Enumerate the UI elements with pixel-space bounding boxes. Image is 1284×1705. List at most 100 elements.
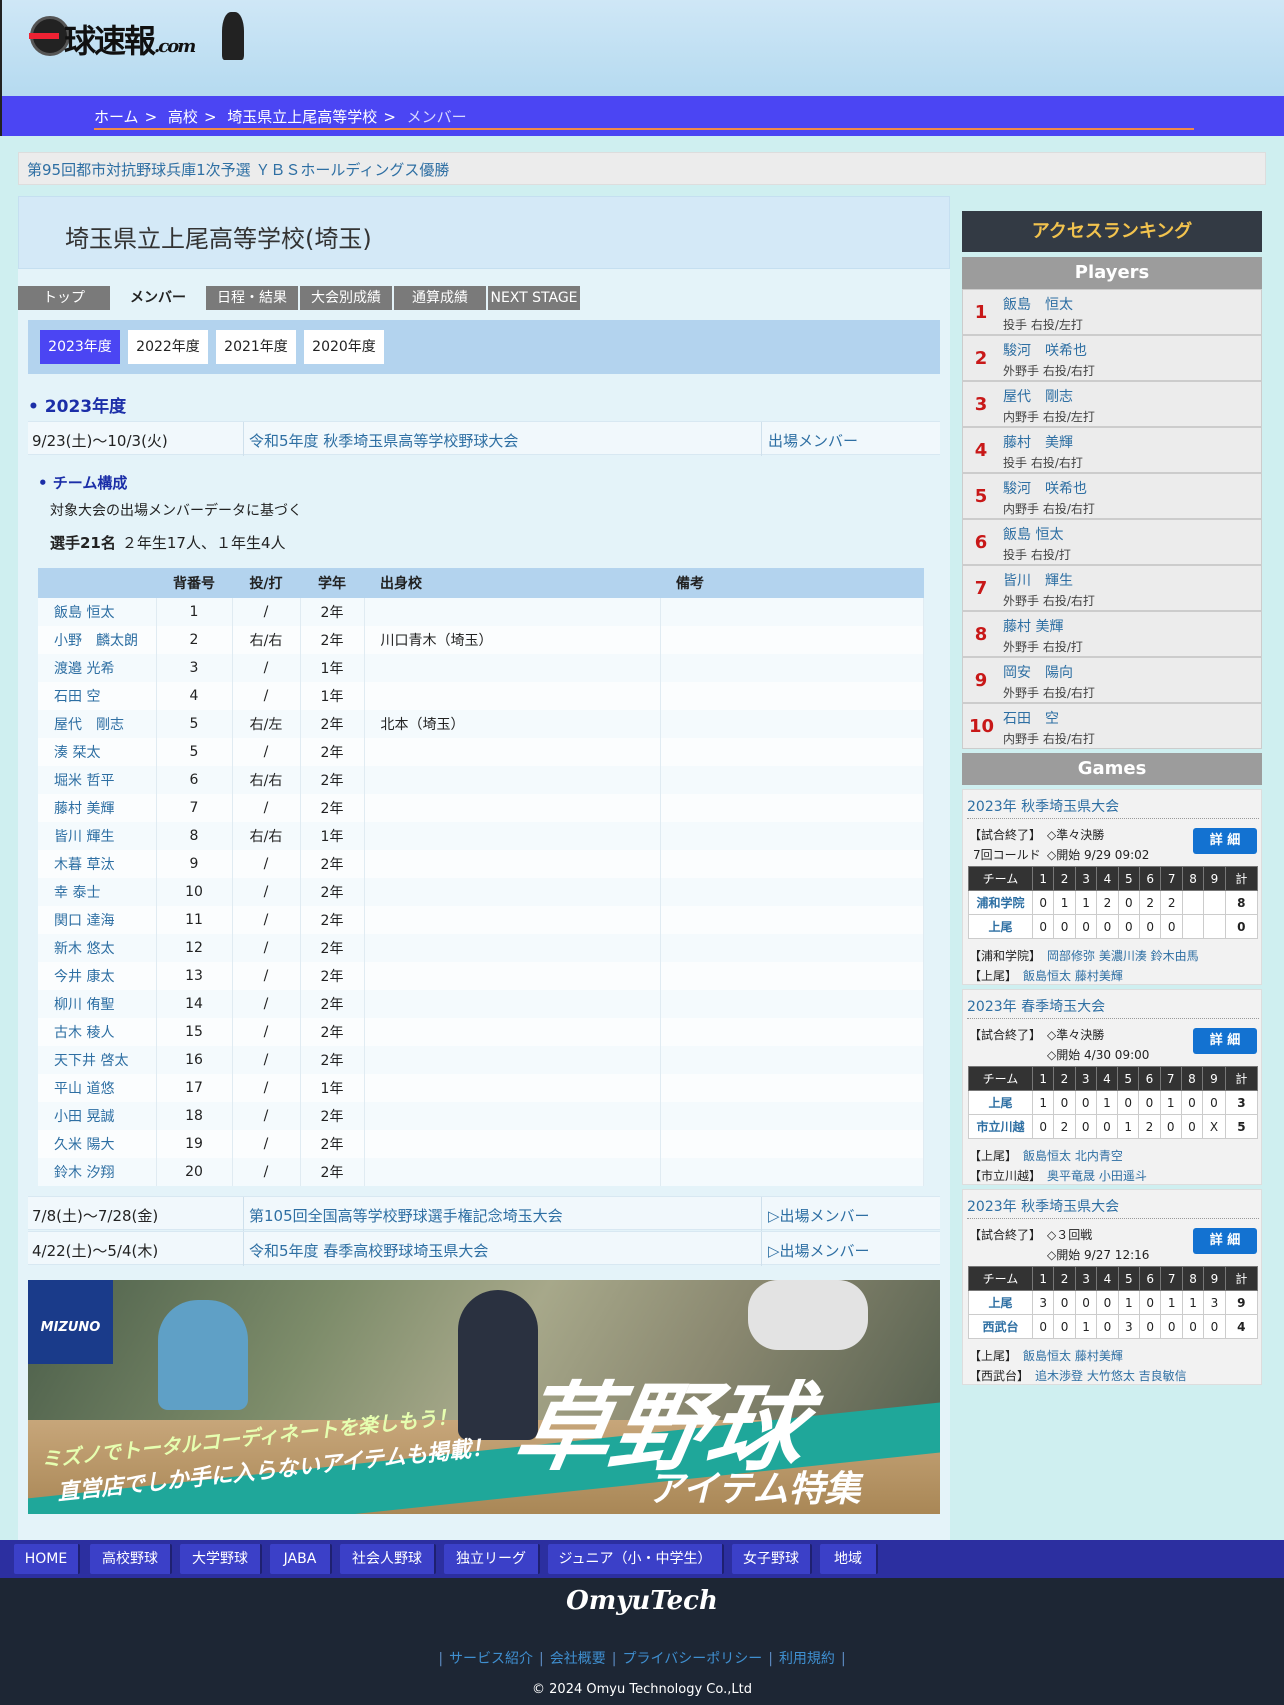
nav-industrial[interactable]: 社会人野球 xyxy=(340,1544,436,1574)
player-name-link[interactable]: 古木 稜人 xyxy=(38,1018,157,1046)
inning-score: 0 xyxy=(1031,1114,1055,1139)
event-name-link[interactable]: 令和5年度 秋季埼玉県高等学校野球大会 xyxy=(249,430,518,451)
player-name-link[interactable]: 飯島 恒太 xyxy=(38,598,157,626)
game-title-link[interactable]: 2023年 秋季埼玉県大会 xyxy=(967,1196,1119,1216)
player-name-link[interactable]: 柳川 侑聖 xyxy=(38,990,157,1018)
scoreboard-team-link[interactable]: 上尾 xyxy=(968,1090,1033,1115)
ranking-item[interactable]: 9 岡安 陽向 外野手 右投/右打 xyxy=(962,657,1262,703)
player-name-link[interactable]: 藤村 美輝 xyxy=(38,794,157,822)
footer-link-company[interactable]: 会社概要 xyxy=(550,1651,606,1667)
pitcher-names-link[interactable]: 岡部修弥 美濃川湊 鈴木由馬 xyxy=(1047,949,1199,963)
tab-members[interactable]: メンバー xyxy=(112,286,206,310)
nav-junior[interactable]: ジュニア（小・中学生） xyxy=(548,1544,724,1574)
scoreboard-header: 計 xyxy=(1224,866,1259,891)
announcement-link[interactable]: 第95回都市対抗野球兵庫1次予選 ＹＢＳホールディングス優勝 xyxy=(18,152,1266,185)
scoreboard-team-link[interactable]: 上尾 xyxy=(968,914,1033,939)
site-logo[interactable]: 球速報.com xyxy=(28,10,244,62)
player-name-link[interactable]: 天下井 啓太 xyxy=(38,1046,157,1074)
ranking-item[interactable]: 2 駿河 咲希也 外野手 右投/右打 xyxy=(962,335,1262,381)
inning-score: 0 xyxy=(1180,1114,1204,1139)
player-name-link[interactable]: 新木 悠太 xyxy=(38,934,157,962)
pitcher-names-link[interactable]: 飯島恒太 藤村美輝 xyxy=(1023,969,1123,983)
player-name-link[interactable]: 関口 達海 xyxy=(38,906,157,934)
player-name-link[interactable]: 今井 康太 xyxy=(38,962,157,990)
ad-banner[interactable]: MIZUNO 草野球 アイテム特集 ミズノでトータルコーディネートを楽しもう！ … xyxy=(28,1280,940,1514)
scoreboard-team-link[interactable]: 西武台 xyxy=(968,1314,1033,1339)
game-detail-button[interactable]: 詳 細 xyxy=(1193,1228,1257,1254)
ranking-item[interactable]: 3 屋代 剛志 内野手 右投/左打 xyxy=(962,381,1262,427)
year-button-2023[interactable]: 2023年度 xyxy=(40,330,120,364)
breadcrumb-highschool[interactable]: 高校 xyxy=(168,108,198,126)
ranking-item[interactable]: 4 藤村 美輝 投手 右投/右打 xyxy=(962,427,1262,473)
event-members-link[interactable]: ▷出場メンバー xyxy=(768,1240,870,1261)
nav-independent[interactable]: 独立リーグ xyxy=(444,1544,540,1574)
player-name-link[interactable]: 幸 泰士 xyxy=(38,878,157,906)
game-title-link[interactable]: 2023年 秋季埼玉県大会 xyxy=(967,796,1119,816)
nav-high-school[interactable]: 高校野球 xyxy=(90,1544,172,1574)
ranking-item[interactable]: 8 藤村 美輝 外野手 右投/打 xyxy=(962,611,1262,657)
tab-tournament-stats[interactable]: 大会別成績 xyxy=(300,286,394,310)
ranking-item[interactable]: 1 飯島 恒太 投手 右投/左打 xyxy=(962,289,1262,335)
event-name-link[interactable]: 令和5年度 春季高校野球埼玉県大会 xyxy=(249,1240,488,1261)
scoreboard-team-link[interactable]: 市立川越 xyxy=(968,1114,1033,1139)
rank-player-name-link[interactable]: 藤村 美輝 xyxy=(1003,616,1063,636)
footer-link-terms[interactable]: 利用規約 xyxy=(779,1651,835,1667)
player-name-link[interactable]: 平山 道悠 xyxy=(38,1074,157,1102)
pitcher-names-link[interactable]: 飯島恒太 藤村美輝 xyxy=(1023,1349,1123,1363)
player-name-link[interactable]: 石田 空 xyxy=(38,682,157,710)
player-name-link[interactable]: 湊 栞太 xyxy=(38,738,157,766)
rank-player-name-link[interactable]: 飯島 恒太 xyxy=(1003,294,1073,314)
footer-link-privacy[interactable]: プライバシーポリシー xyxy=(622,1651,762,1667)
rank-player-name-link[interactable]: 屋代 剛志 xyxy=(1003,386,1073,406)
pitcher-names-link[interactable]: 飯島恒太 北内青空 xyxy=(1023,1149,1123,1163)
game-title-link[interactable]: 2023年 春季埼玉大会 xyxy=(967,996,1105,1016)
nav-home[interactable]: HOME xyxy=(14,1544,80,1574)
rank-player-name-link[interactable]: 飯島 恒太 xyxy=(1003,524,1063,544)
inning-score: 0 xyxy=(1180,1090,1204,1115)
game-detail-button[interactable]: 詳 細 xyxy=(1193,828,1257,854)
game-detail-button[interactable]: 詳 細 xyxy=(1193,1028,1257,1054)
player-name-link[interactable]: 久米 陽大 xyxy=(38,1130,157,1158)
player-name-link[interactable]: 小田 晃誠 xyxy=(38,1102,157,1130)
pitcher-names-link[interactable]: 追木渉登 大竹悠太 吉良敏信 xyxy=(1035,1369,1187,1383)
player-pitch-bat: / xyxy=(232,598,301,626)
rank-player-name-link[interactable]: 駿河 咲希也 xyxy=(1003,340,1087,360)
player-name-link[interactable]: 渡邉 光希 xyxy=(38,654,157,682)
nav-region[interactable]: 地域 xyxy=(820,1544,878,1574)
scoreboard-team-link[interactable]: 上尾 xyxy=(968,1290,1033,1315)
nav-college[interactable]: 大学野球 xyxy=(180,1544,262,1574)
player-name-link[interactable]: 木暮 草汰 xyxy=(38,850,157,878)
year-button-2022[interactable]: 2022年度 xyxy=(128,330,208,364)
breadcrumb-school[interactable]: 埼玉県立上尾高等学校 xyxy=(227,108,377,126)
ranking-item[interactable]: 6 飯島 恒太 投手 右投/打 xyxy=(962,519,1262,565)
player-name-link[interactable]: 皆川 輝生 xyxy=(38,822,157,850)
ranking-item[interactable]: 10 石田 空内野手 右投/右打 xyxy=(962,703,1262,749)
event-members-link[interactable]: ▷出場メンバー xyxy=(768,1205,870,1226)
player-name-link[interactable]: 鈴木 汐翔 xyxy=(38,1158,157,1186)
player-name-link[interactable]: 小野 麟太朗 xyxy=(38,626,157,654)
ranking-item[interactable]: 7 皆川 輝生 外野手 右投/右打 xyxy=(962,565,1262,611)
nav-womens[interactable]: 女子野球 xyxy=(732,1544,812,1574)
rank-player-name-link[interactable]: 岡安 陽向 xyxy=(1003,662,1073,682)
footer-link-service[interactable]: サービス紹介 xyxy=(449,1651,533,1667)
rank-player-name-link[interactable]: 石田 空 xyxy=(1003,708,1059,728)
rank-player-name-link[interactable]: 皆川 輝生 xyxy=(1003,570,1073,590)
pitcher-names-link[interactable]: 奥平竜晟 小田遥斗 xyxy=(1047,1169,1147,1183)
year-button-2020[interactable]: 2020年度 xyxy=(304,330,384,364)
event-members-link[interactable]: 出場メンバー xyxy=(768,430,858,451)
scoreboard-team-link[interactable]: 浦和学院 xyxy=(968,890,1033,915)
nav-jaba[interactable]: JABA xyxy=(270,1544,332,1574)
rank-player-name-link[interactable]: 藤村 美輝 xyxy=(1003,432,1073,452)
tab-schedule[interactable]: 日程・結果 xyxy=(206,286,300,310)
event-name-link[interactable]: 第105回全国高等学校野球選手権記念埼玉大会 xyxy=(249,1205,563,1226)
game-pitchers: 【上尾】 飯島恒太 北内青空 xyxy=(969,1149,1123,1163)
tab-top[interactable]: トップ xyxy=(18,286,112,310)
ranking-item[interactable]: 5 駿河 咲希也 内野手 右投/右打 xyxy=(962,473,1262,519)
tab-next-stage[interactable]: NEXT STAGE xyxy=(488,286,582,310)
tab-career-stats[interactable]: 通算成績 xyxy=(394,286,488,310)
rank-player-name-link[interactable]: 駿河 咲希也 xyxy=(1003,478,1087,498)
player-name-link[interactable]: 屋代 剛志 xyxy=(38,710,157,738)
player-name-link[interactable]: 堀米 哲平 xyxy=(38,766,157,794)
breadcrumb-home[interactable]: ホーム xyxy=(94,108,139,126)
year-button-2021[interactable]: 2021年度 xyxy=(216,330,296,364)
